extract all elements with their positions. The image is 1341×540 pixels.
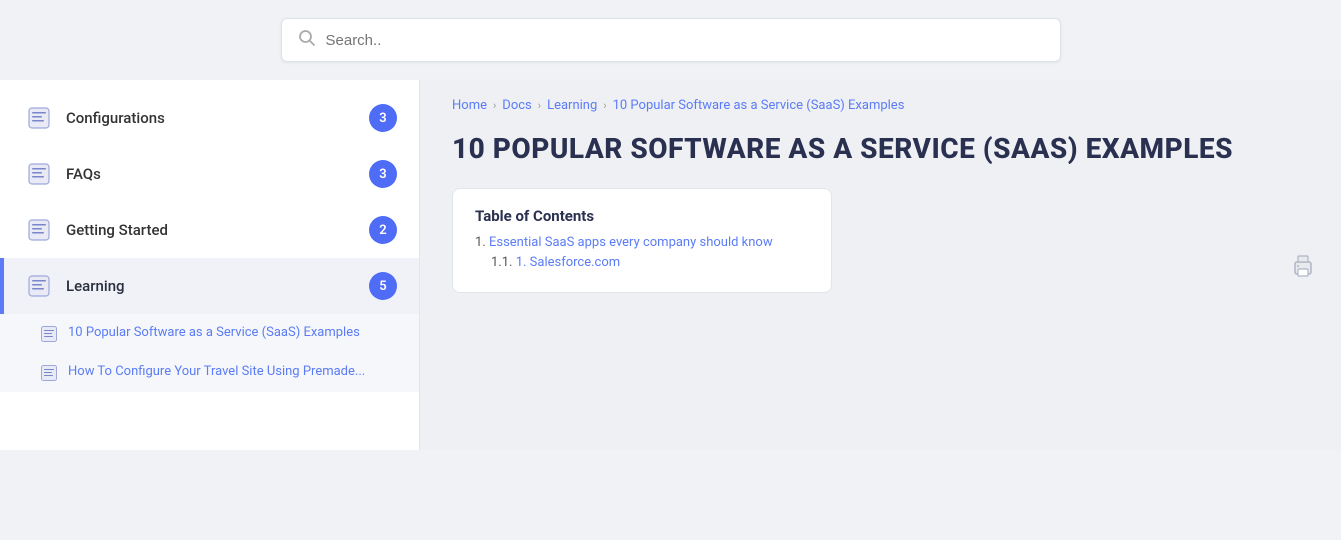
breadcrumb-learning[interactable]: Learning [547,98,597,113]
configurations-badge: 3 [369,104,397,132]
breadcrumb-current: 10 Popular Software as a Service (SaaS) … [613,98,905,113]
toc-item-1-link[interactable]: Essential SaaS apps every company should… [489,235,773,250]
configurations-icon [26,105,52,131]
subitem-configure-icon [40,364,58,382]
learning-icon [26,273,52,299]
breadcrumb-home[interactable]: Home [452,98,487,113]
subitem-saas-icon [40,325,58,343]
learning-badge: 5 [369,272,397,300]
toc-item-1: 1. Essential SaaS apps every company sho… [475,235,809,250]
sidebar-item-getting-started[interactable]: Getting Started 2 [0,202,419,258]
toc-subitem-1-1-number: 1.1. [491,255,512,270]
getting-started-label: Getting Started [66,221,369,239]
configurations-label: Configurations [66,109,369,127]
toc-card: Table of Contents 1. Essential SaaS apps… [452,188,832,293]
top-bar [0,0,1341,80]
breadcrumb: Home › Docs › Learning › 10 Popular Soft… [452,98,1309,113]
subitem-configure-label: How To Configure Your Travel Site Using … [68,363,365,381]
main-layout: Configurations 3 FAQs 3 [0,80,1341,450]
sidebar-item-learning[interactable]: Learning 5 [0,258,419,314]
sidebar-item-configurations[interactable]: Configurations 3 [0,90,419,146]
getting-started-badge: 2 [369,216,397,244]
breadcrumb-sep-1: › [493,99,496,112]
breadcrumb-sep-2: › [538,99,541,112]
learning-label: Learning [66,277,369,295]
toc-subitem-1-1: 1.1. 1. Salesforce.com [475,255,809,270]
sidebar-item-faqs[interactable]: FAQs 3 [0,146,419,202]
search-input[interactable] [326,32,1044,49]
toc-heading: Table of Contents [475,207,809,225]
toc-subitem-1-1-link[interactable]: 1. Salesforce.com [516,255,620,270]
breadcrumb-docs[interactable]: Docs [502,98,531,113]
subitem-saas[interactable]: 10 Popular Software as a Service (SaaS) … [0,314,419,353]
sidebar: Configurations 3 FAQs 3 [0,80,420,450]
breadcrumb-sep-3: › [603,99,606,112]
content-area: Home › Docs › Learning › 10 Popular Soft… [420,80,1341,450]
sidebar-subitems: 10 Popular Software as a Service (SaaS) … [0,314,419,392]
toc-item-1-number: 1. [475,235,486,250]
search-container [281,18,1061,62]
faqs-badge: 3 [369,160,397,188]
print-icon[interactable] [1289,253,1317,287]
getting-started-icon [26,217,52,243]
page-title: 10 POPULAR SOFTWARE AS A SERVICE (SAAS) … [452,131,1309,166]
faqs-icon [26,161,52,187]
subitem-configure[interactable]: How To Configure Your Travel Site Using … [0,353,419,392]
search-icon [298,29,316,51]
subitem-saas-label: 10 Popular Software as a Service (SaaS) … [68,324,360,342]
faqs-label: FAQs [66,165,369,183]
